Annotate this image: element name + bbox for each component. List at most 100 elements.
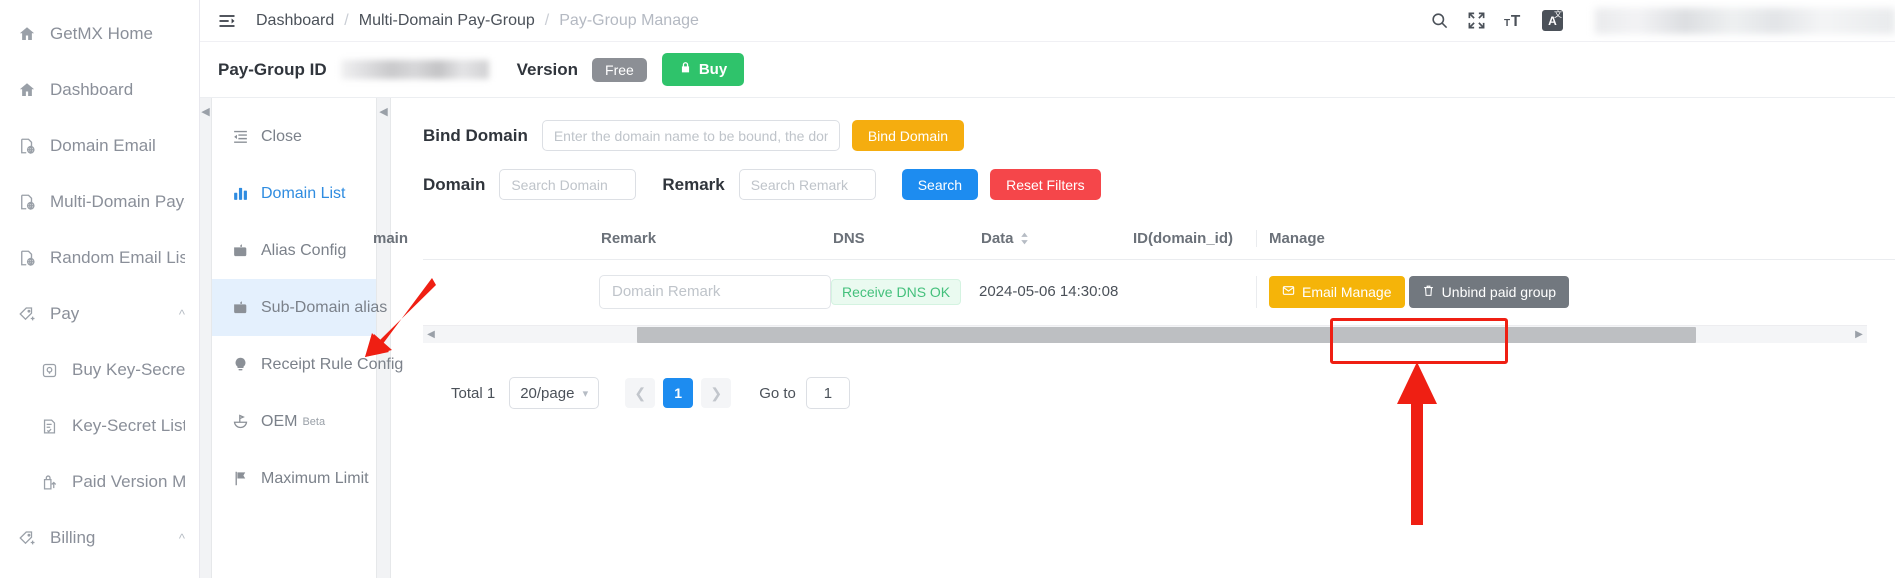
bowl-flag-icon <box>230 413 250 430</box>
chevron-left-icon: ◀ <box>201 106 210 118</box>
cell-dns: Receive DNS OK <box>831 278 979 305</box>
sidebar-item-billing[interactable]: Billing ^ <box>0 510 199 566</box>
submenu-item-close[interactable]: Close <box>212 108 376 165</box>
svg-text:T: T <box>1504 18 1510 29</box>
scrollbar-track[interactable] <box>439 326 1851 344</box>
chevron-right-icon[interactable]: ▶ <box>1851 329 1867 340</box>
column-header-data[interactable]: Data <box>979 230 1131 247</box>
pagination-total: Total 1 <box>451 384 496 402</box>
lock-icon <box>679 61 692 78</box>
domain-filter-label: Domain <box>423 174 486 194</box>
tag-plus-icon <box>16 529 38 547</box>
domain-search-input[interactable] <box>499 169 637 200</box>
left-collapse-rail[interactable]: ◀ <box>200 98 212 578</box>
trash-icon <box>1422 284 1435 300</box>
home-icon <box>16 25 38 43</box>
reset-filters-button[interactable]: Reset Filters <box>990 169 1101 200</box>
bind-domain-button[interactable]: Bind Domain <box>851 120 964 151</box>
sidebar-item-vip-order[interactable]: Vip Order <box>0 566 199 578</box>
sidebar-item-random-email-list[interactable]: Random Email List <box>0 230 199 286</box>
domain-remark-input[interactable] <box>599 274 831 309</box>
chevron-left-icon[interactable]: ◀ <box>423 329 439 340</box>
pagination: Total 1 20/page ▾ ❮ 1 ❯ Go to <box>423 377 1895 409</box>
submenu-item-label: Sub-Domain alias <box>261 298 388 316</box>
sidebar-item-pay[interactable]: Pay ^ <box>0 286 199 342</box>
search-icon[interactable] <box>1430 11 1449 30</box>
pay-group-id-bar: Pay-Group ID Version Free Buy <box>200 42 1895 98</box>
sidebar-item-domain-email[interactable]: Domain Email <box>0 118 199 174</box>
buy-button[interactable]: Buy <box>661 53 745 86</box>
pagination-goto: Go to <box>759 377 850 409</box>
email-manage-label: Email Manage <box>1302 283 1392 300</box>
submenu-item-oem[interactable]: OEM Beta <box>212 393 376 450</box>
sidebar-item-key-secret-list[interactable]: Key-Secret List <box>0 398 199 454</box>
submenu-item-label: Receipt Rule Config <box>261 355 404 373</box>
submenu-item-beta-tag: Beta <box>302 415 326 428</box>
remark-search-input[interactable] <box>738 169 876 200</box>
sidebar-item-getmx-home[interactable]: GetMX Home <box>0 6 199 62</box>
pagination-next-button[interactable]: ❯ <box>701 378 732 408</box>
submenu-item-label: Close <box>261 127 302 145</box>
sidebar-item-label: Billing <box>50 528 96 547</box>
sidebar-item-paid-version-migration[interactable]: Paid Version Migration <box>0 454 199 510</box>
body-split: ◀ Close Domain List Alias Config Sub-Dom… <box>200 98 1895 578</box>
translate-sup-glyph: 文 <box>1554 10 1562 19</box>
content-panel: Bind Domain Bind Domain Domain Remark Se… <box>373 98 1895 578</box>
sidebar-item-multi-domain-pay-group[interactable]: Multi-Domain Pay-Group <box>0 174 199 230</box>
globe-doc-icon <box>16 137 38 155</box>
column-header-dns: DNS <box>833 230 865 247</box>
bind-domain-label: Bind Domain <box>423 125 528 145</box>
table-header-row: main Remark DNS Data ID(domain_id) Manag… <box>373 218 1895 260</box>
breadcrumb-item-dashboard[interactable]: Dashboard <box>256 12 334 30</box>
submenu-item-label: OEM <box>261 412 298 430</box>
secondary-menu: Close Domain List Alias Config Sub-Domai… <box>212 98 403 578</box>
app-root: GetMX Home Dashboard Domain Email Multi-… <box>0 0 1895 578</box>
submenu-item-maximum-limit[interactable]: Maximum Limit <box>212 450 376 507</box>
unbind-paid-group-button[interactable]: Unbind paid group <box>1408 275 1570 308</box>
breadcrumb: Dashboard / Multi-Domain Pay-Group / Pay… <box>256 12 699 30</box>
top-bar: Dashboard / Multi-Domain Pay-Group / Pay… <box>200 0 1895 42</box>
primary-sidebar: GetMX Home Dashboard Domain Email Multi-… <box>0 0 200 578</box>
bind-domain-input[interactable] <box>541 120 840 151</box>
sidebar-item-buy-key-secret[interactable]: Buy Key-Secret <box>0 342 199 398</box>
sidebar-item-dashboard[interactable]: Dashboard <box>0 62 199 118</box>
fullscreen-icon[interactable] <box>1467 11 1486 30</box>
svg-text:T: T <box>1511 13 1521 30</box>
page-size-select[interactable]: 20/page ▾ <box>509 377 600 409</box>
top-bar-actions: T T A 文 <box>1430 7 1895 34</box>
submenu-item-alias-config[interactable]: Alias Config <box>212 222 376 279</box>
pagination-prev-button[interactable]: ❮ <box>625 378 656 408</box>
main-region: Dashboard / Multi-Domain Pay-Group / Pay… <box>200 0 1895 578</box>
submenu-item-sub-domain-alias[interactable]: Sub-Domain alias <box>212 279 387 336</box>
user-account-area[interactable] <box>1595 7 1895 34</box>
pay-group-id-label: Pay-Group ID <box>218 59 327 79</box>
submenu-collapse-rail[interactable]: ◀ <box>377 98 391 578</box>
font-size-icon[interactable]: T T <box>1504 11 1524 30</box>
version-badge: Free <box>592 57 647 82</box>
sort-icon[interactable] <box>1020 232 1029 245</box>
submenu-item-label: Domain List <box>261 184 346 202</box>
flag-icon <box>230 470 250 487</box>
chevron-left-icon: ◀ <box>379 106 388 118</box>
sidebar-item-label: Dashboard <box>50 80 134 99</box>
home-icon <box>16 81 38 99</box>
breadcrumb-item-multi-domain-pay-group[interactable]: Multi-Domain Pay-Group <box>359 12 535 30</box>
tag-plus-icon <box>16 305 38 323</box>
pagination-goto-input[interactable] <box>805 377 850 409</box>
submenu-item-domain-list[interactable]: Domain List <box>212 165 376 222</box>
column-header-remark: Remark <box>601 230 657 247</box>
breadcrumb-separator: / <box>344 11 349 29</box>
translate-icon[interactable]: A 文 <box>1542 10 1563 31</box>
search-button[interactable]: Search <box>901 169 979 200</box>
breadcrumb-item-pay-group-manage: Pay-Group Manage <box>559 11 699 29</box>
scrollbar-thumb[interactable] <box>636 326 1696 343</box>
menu-collapse-icon[interactable] <box>214 8 240 34</box>
cell-data: 2024-05-06 14:30:08 <box>979 283 1119 300</box>
version-label: Version <box>516 59 579 79</box>
email-manage-button[interactable]: Email Manage <box>1269 275 1405 308</box>
sidebar-item-label: Key-Secret List <box>72 416 185 435</box>
bind-domain-row: Bind Domain Bind Domain <box>423 120 1895 151</box>
submenu-item-receipt-rule-config[interactable]: Receipt Rule Config <box>212 336 403 393</box>
table-horizontal-scrollbar[interactable]: ◀ ▶ <box>423 325 1867 343</box>
pagination-page-1[interactable]: 1 <box>663 378 694 408</box>
